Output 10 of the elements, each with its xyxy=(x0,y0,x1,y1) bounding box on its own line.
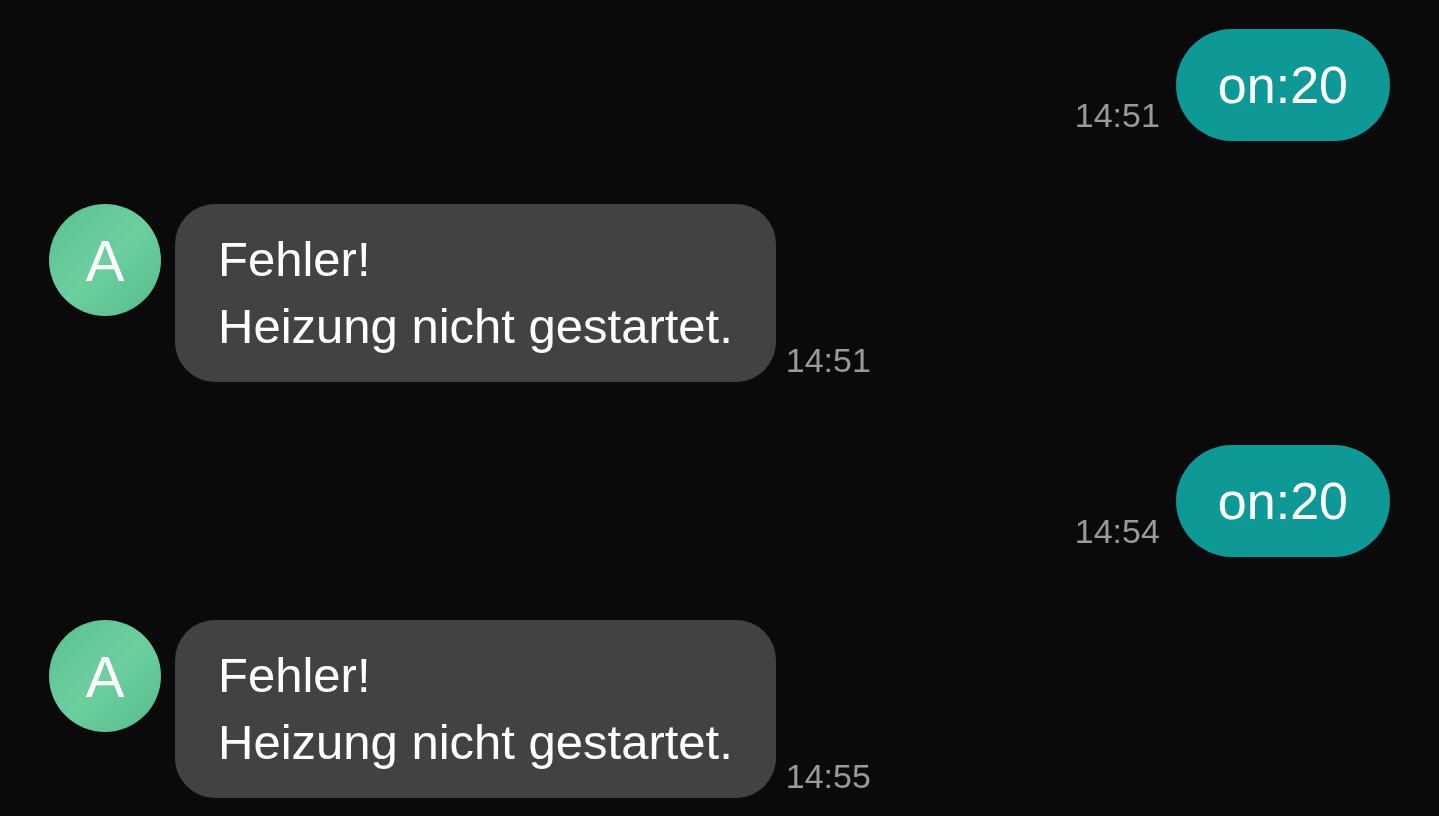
message-time: 14:51 xyxy=(785,341,871,380)
message-time: 14:55 xyxy=(785,757,871,796)
message-time: 14:54 xyxy=(1074,512,1160,551)
received-message: Fehler! Heizung nicht gestartet. xyxy=(175,620,776,798)
sent-message: on:20 xyxy=(1175,29,1390,141)
received-message: Fehler! Heizung nicht gestartet. xyxy=(175,204,776,382)
sent-message: on:20 xyxy=(1175,445,1390,557)
avatar[interactable]: A xyxy=(49,620,161,732)
avatar[interactable]: A xyxy=(49,204,161,316)
message-time: 14:51 xyxy=(1074,96,1160,135)
